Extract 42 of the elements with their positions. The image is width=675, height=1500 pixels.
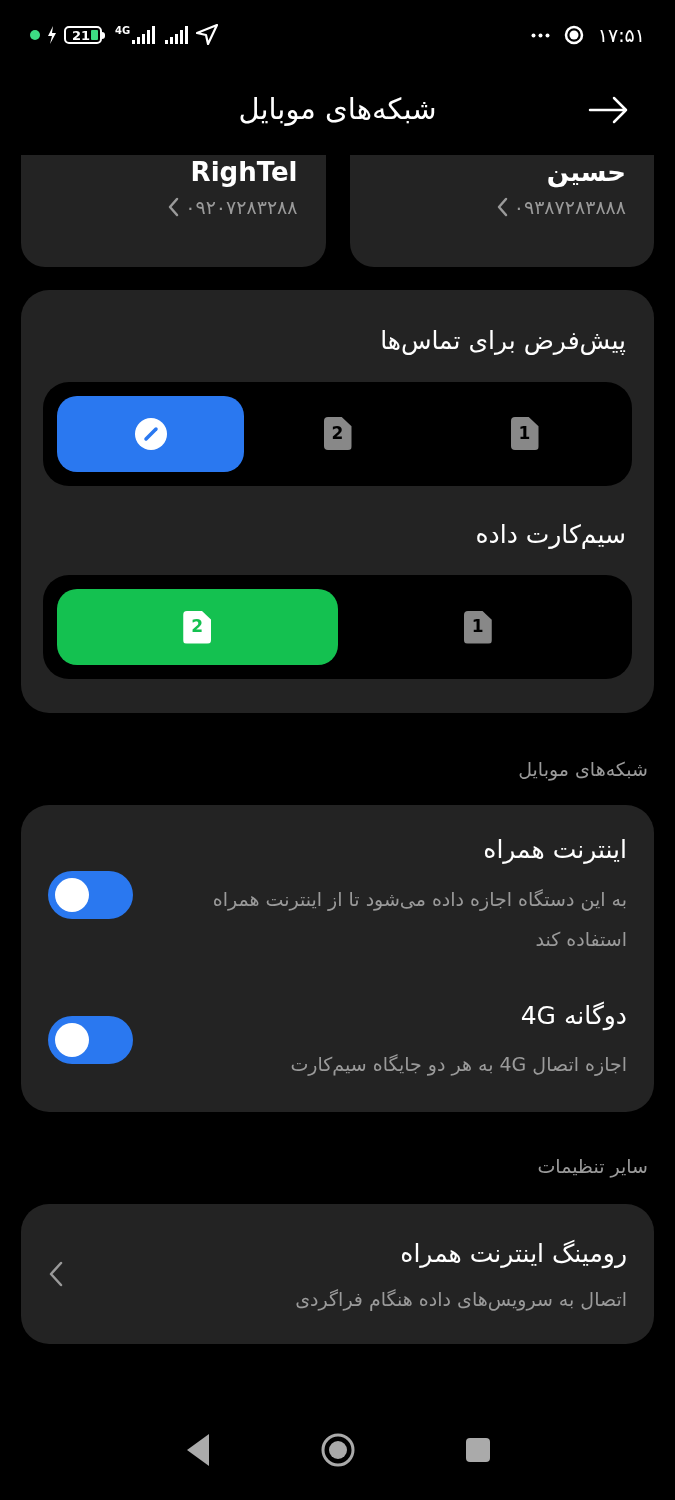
more-icon [530, 32, 550, 38]
signal-icon [132, 26, 156, 44]
sim-icon: 1 [510, 417, 539, 450]
charging-icon [46, 25, 58, 45]
toggle-switch[interactable] [48, 870, 133, 919]
setting-title: دوگانه 4G [519, 999, 627, 1033]
clock-time: ۱۷:۵۱ [597, 22, 645, 48]
signal-icon [165, 26, 189, 44]
page-title: شبکه‌های موبایل [238, 91, 437, 129]
chevron-left-icon [48, 1261, 64, 1287]
settings-row[interactable]: رومینگ اینترنت همراه اتصال به سرویس‌های داده هنگام فراگردی [21, 1204, 654, 1344]
chevron-left-icon [168, 197, 180, 218]
slash-circle-icon [134, 417, 167, 450]
segment-option[interactable]: 1 [431, 395, 618, 472]
segment-option[interactable]: 2 [244, 395, 431, 472]
sim-icon: 2 [183, 610, 212, 644]
sim-icon: 1 [463, 610, 492, 644]
sim-name: RighTel [190, 156, 298, 189]
section-heading: شبکه‌های موبایل [517, 757, 649, 783]
setting-title: رومینگ اینترنت همراه [399, 1238, 627, 1271]
section-heading: سایر تنظیمات [536, 1154, 649, 1180]
setting-description: اجازه اتصال 4G به هر دو جایگاه سیم‌کارت [289, 1052, 627, 1078]
home-icon [320, 1433, 355, 1467]
setting-description: به این دستگاه اجازه داده می‌شود تا از اینترنت همراه استفاده کند [211, 886, 627, 952]
segment-option[interactable]: 1 [337, 589, 618, 665]
phone-number: ۰۹۲۰۷۲۸۳۲۸۸ [185, 195, 298, 220]
section-title: سیم‌کارت داده [474, 518, 627, 551]
record-icon [563, 25, 584, 45]
sim-name: حسین [546, 156, 626, 189]
network-type-label: 4G [115, 26, 131, 36]
toggle-switch[interactable] [48, 1016, 133, 1065]
recents-icon [464, 1437, 491, 1463]
battery-icon: 21 [64, 26, 105, 44]
segment-option[interactable] [57, 395, 244, 472]
sim-card[interactable]: حسین ۰۹۳۸۷۲۸۳۸۸۸ [349, 155, 654, 267]
chevron-left-icon [496, 197, 508, 218]
setting-title: اینترنت همراه [482, 834, 627, 866]
sim-icon: 2 [323, 417, 352, 450]
location-arrow-icon [196, 24, 219, 46]
setting-description: اتصال به سرویس‌های داده هنگام فراگردی [295, 1286, 627, 1313]
phone-number: ۰۹۳۸۷۲۸۳۸۸۸ [513, 195, 626, 220]
section-title: پیش‌فرض برای تماس‌ها [379, 325, 627, 357]
